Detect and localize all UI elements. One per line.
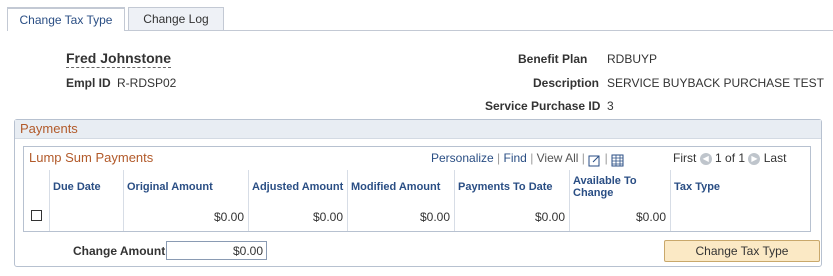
- lump-sum-payments-grid: Lump Sum Payments Personalize | Find | V…: [23, 146, 811, 232]
- adjusted-amount-cell: $0.00: [249, 203, 348, 231]
- column-header[interactable]: Payments To Date: [455, 170, 570, 203]
- next-icon[interactable]: ▶: [748, 152, 761, 165]
- column-header[interactable]: Adjusted Amount: [249, 170, 348, 203]
- payments-title: Payments: [15, 120, 821, 139]
- new-window-icon[interactable]: [588, 152, 601, 167]
- personalize-link[interactable]: Personalize: [431, 151, 494, 165]
- view-all-link[interactable]: View All: [537, 151, 579, 165]
- change-amount-input[interactable]: [166, 241, 267, 260]
- column-header[interactable]: Due Date: [50, 170, 124, 203]
- grid-toolbar: Personalize | Find | View All | |: [431, 147, 624, 169]
- benefit-plan-label: Benefit Plan: [518, 52, 588, 66]
- original-amount-cell: $0.00: [124, 203, 249, 231]
- service-purchase-id-label: Service Purchase ID: [485, 99, 601, 113]
- service-purchase-id-value: 3: [607, 99, 614, 113]
- employee-name[interactable]: Fred Johnstone: [66, 50, 172, 68]
- previous-icon[interactable]: ◀: [699, 152, 712, 165]
- first-label[interactable]: First: [673, 151, 696, 165]
- grid-pager: First ◀ 1 of 1 ▶ Last: [673, 147, 786, 169]
- grid-title: Lump Sum Payments: [29, 150, 154, 165]
- change-tax-type-button[interactable]: Change Tax Type: [664, 240, 820, 262]
- tab-bar: Change Tax Type Change Log: [7, 7, 833, 31]
- find-link[interactable]: Find: [504, 151, 527, 165]
- benefit-plan-value: RDBUYP: [607, 52, 658, 66]
- column-header[interactable]: Modified Amount: [348, 170, 455, 203]
- payments-to-date-cell: $0.00: [455, 203, 570, 231]
- due-date-cell: [50, 203, 124, 231]
- range-text: 1 of 1: [715, 151, 746, 165]
- description-label: Description: [533, 76, 600, 90]
- modified-amount-cell: $0.00: [348, 203, 455, 231]
- tax-type-cell: [671, 203, 810, 231]
- available-to-change-cell: $0.00: [570, 203, 671, 231]
- select-column-header: [24, 170, 50, 203]
- row-select-checkbox[interactable]: [31, 210, 42, 221]
- download-grid-icon[interactable]: [611, 152, 624, 167]
- tab-change-log[interactable]: Change Log: [128, 7, 224, 30]
- empl-id-value: R-RDSP02: [117, 76, 177, 90]
- tab-divider: [125, 30, 833, 31]
- column-header[interactable]: Tax Type: [671, 170, 810, 203]
- tab-change-tax-type[interactable]: Change Tax Type: [7, 7, 125, 31]
- description-value: SERVICE BUYBACK PURCHASE TEST: [607, 76, 824, 90]
- column-header[interactable]: Original Amount: [124, 170, 249, 203]
- column-header[interactable]: Available To Change: [570, 170, 671, 203]
- last-label[interactable]: Last: [764, 151, 787, 165]
- change-amount-label: Change Amount: [73, 244, 166, 258]
- empl-id-label: Empl ID: [66, 76, 111, 90]
